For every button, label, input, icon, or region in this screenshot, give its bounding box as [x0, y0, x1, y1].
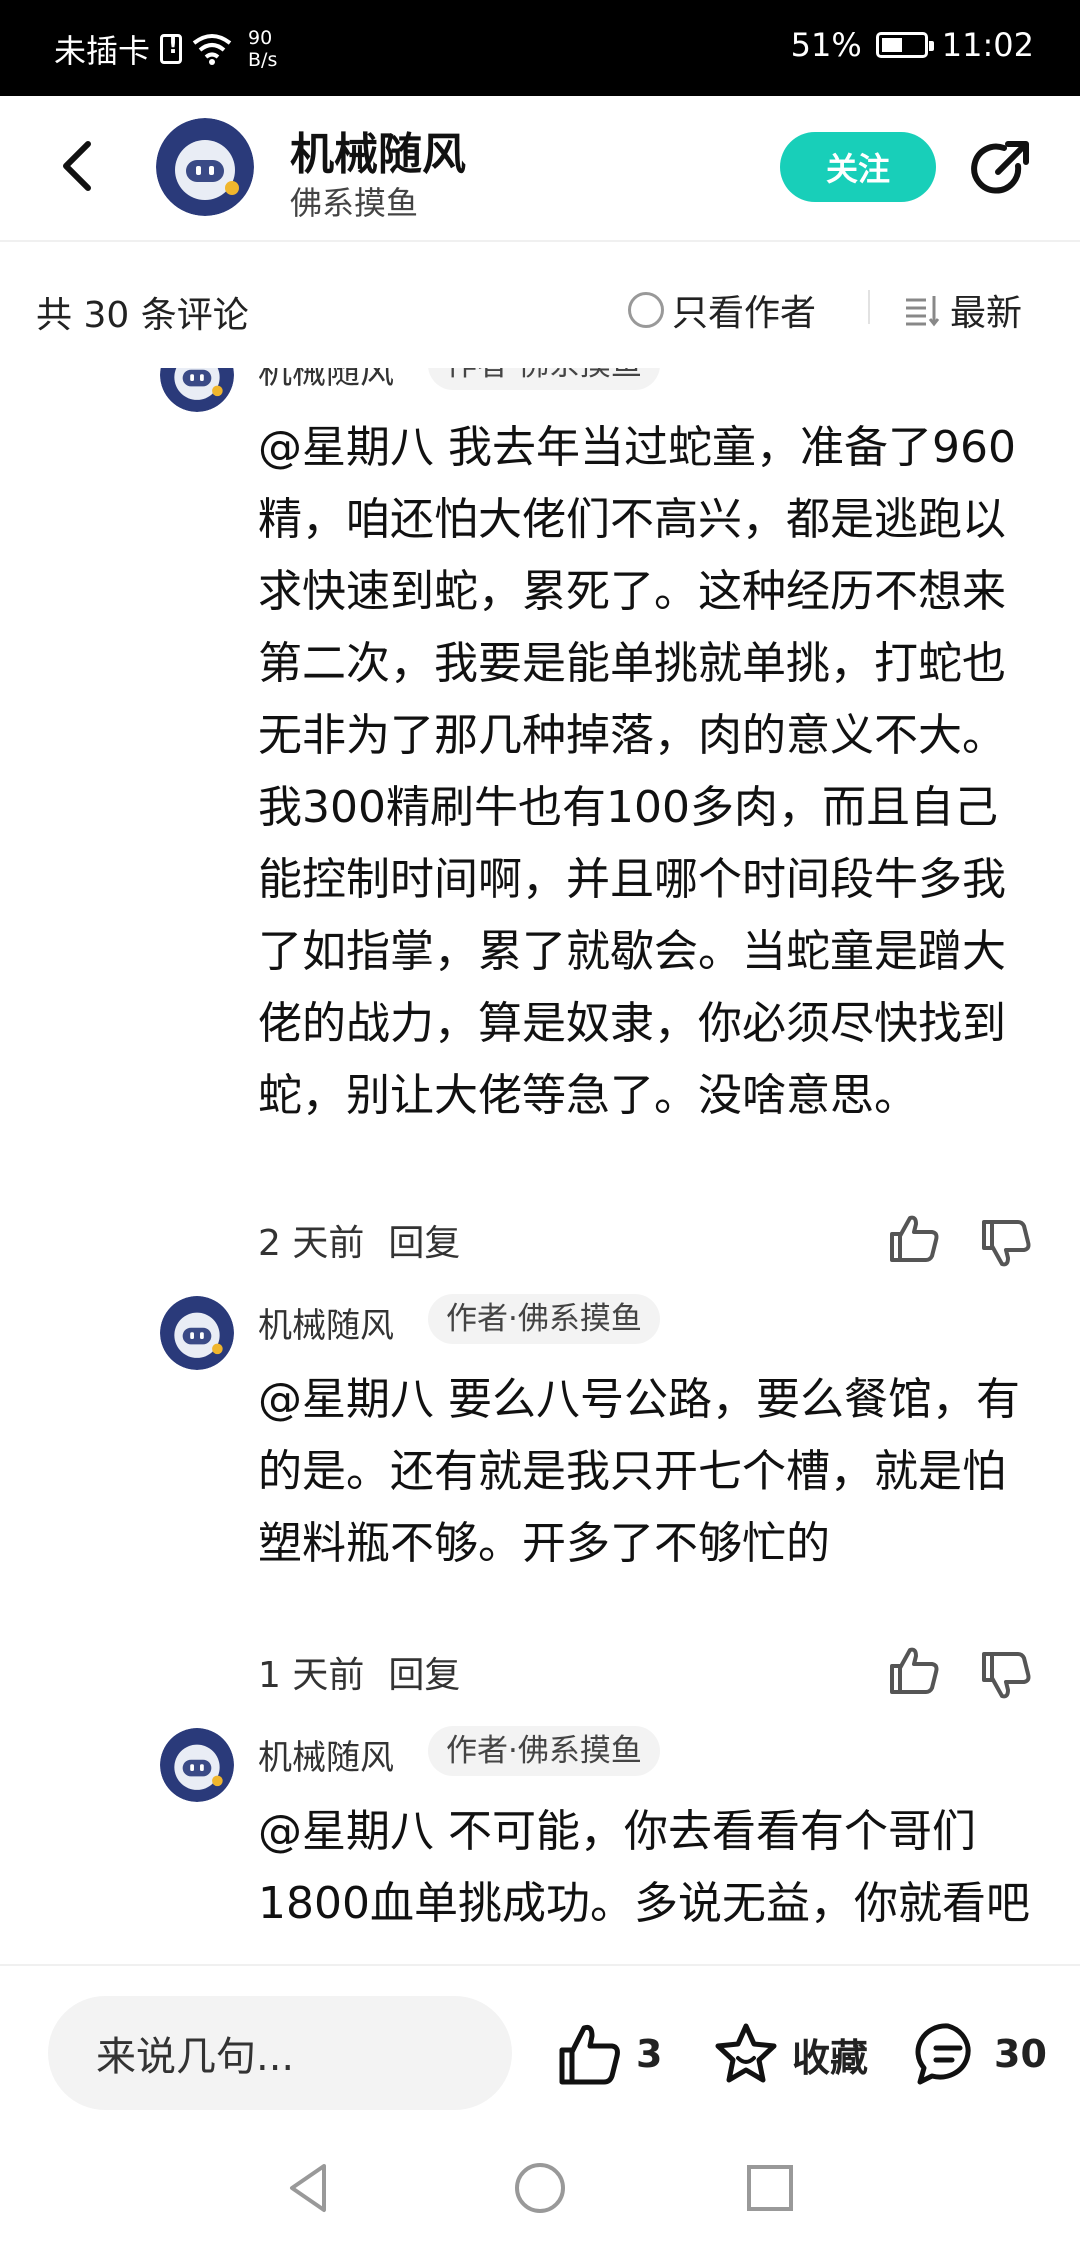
author-name: 机械随风: [290, 129, 466, 180]
reply-text: @星期八 要么八号公路，要么餐馆，有的是。还有就是我只开七个槽，就是怕塑料瓶不够…: [258, 1374, 1020, 1569]
sort-label: 最新: [950, 293, 1023, 334]
robot-avatar-icon: [156, 118, 254, 216]
robot-avatar-icon: [160, 368, 234, 412]
sort-button[interactable]: 最新: [904, 284, 1022, 336]
system-nav-bar: [0, 2128, 1080, 2244]
reply-time: 2 天前: [258, 1223, 365, 1264]
reply-meta: 2 天前 回复: [258, 1214, 460, 1266]
top-header: 机械随风 佛系摸鱼 关注: [0, 96, 1080, 242]
reply-author-name[interactable]: 机械随风: [258, 1730, 394, 1779]
share-icon[interactable]: [968, 136, 1034, 202]
divider: [868, 290, 870, 324]
status-bar: 未插卡 90 B/s 51% 11:02: [0, 0, 1080, 96]
reply-time: 1 天前: [258, 1655, 365, 1696]
comment-count: 共 30 条评论: [36, 295, 249, 336]
reply-button[interactable]: 回复: [388, 1646, 460, 1698]
collect-label: 收藏: [792, 2035, 869, 2080]
thumbs-up-icon: [559, 2024, 620, 2085]
bottom-action-bar: 来说几句... 3 收藏 30: [0, 1964, 1080, 2128]
network-speed: 90 B/s: [248, 27, 277, 71]
reply-avatar[interactable]: [160, 1728, 234, 1802]
carrier-text: 未插卡: [54, 32, 151, 70]
clock: 11:02: [941, 26, 1034, 64]
robot-avatar-icon: [160, 1296, 234, 1370]
like-icon[interactable]: [886, 1642, 942, 1698]
collect-action[interactable]: 收藏: [712, 2020, 868, 2088]
reply-avatar[interactable]: [160, 368, 234, 412]
battery-icon: [875, 32, 934, 58]
author-avatar[interactable]: [156, 118, 254, 216]
reply-text: @星期八 不可能，你去看看有个哥们1800血单挑成功。多说无益，你就看吧: [258, 1806, 1030, 1929]
no-sim-icon: [160, 34, 183, 64]
battery-percent: 51%: [790, 26, 862, 64]
speed-unit: B/s: [248, 49, 278, 71]
author-only-toggle[interactable]: 只看作者: [628, 284, 816, 336]
like-count: 3: [636, 2032, 663, 2076]
reply-button[interactable]: 回复: [388, 1214, 460, 1266]
star-icon: [715, 2023, 777, 2083]
status-right: 51% 11:02: [791, 26, 1034, 64]
dislike-icon[interactable]: [978, 1648, 1034, 1704]
dislike-icon[interactable]: [978, 1216, 1034, 1272]
radio-icon: [628, 292, 664, 328]
nav-home-icon[interactable]: [510, 2158, 570, 2218]
sort-icon: [906, 296, 940, 327]
reply-meta: 1 天前 回复: [258, 1646, 460, 1698]
comment-total: 30: [994, 2032, 1047, 2076]
comment-action[interactable]: 30: [914, 2020, 1047, 2088]
author-tag: 作者·佛系摸鱼: [428, 1294, 660, 1344]
author-only-label: 只看作者: [672, 293, 817, 334]
reply-text: @星期八 我去年当过蛇童，准备了960精，咱还怕大佬们不高兴，都是逃跑以求快速到…: [258, 422, 1016, 1121]
comment-list[interactable]: 机械随风 作者·佛系摸鱼 @星期八 我去年当过蛇童，准备了960精，咱还怕大佬们…: [0, 368, 1080, 1964]
comment-bubble-icon: [915, 2023, 971, 2085]
reply-avatar[interactable]: [160, 1296, 234, 1370]
follow-button[interactable]: 关注: [780, 132, 936, 202]
wifi-icon: [192, 34, 232, 65]
author-tag: 作者·佛系摸鱼: [428, 368, 660, 390]
like-icon[interactable]: [886, 1210, 942, 1266]
nav-recents-icon[interactable]: [740, 2158, 800, 2218]
reply-author-name[interactable]: 机械随风: [258, 368, 394, 393]
comments-header: 共 30 条评论 只看作者 最新: [0, 244, 1080, 368]
reply-author-name[interactable]: 机械随风: [258, 1298, 394, 1347]
back-arrow-icon[interactable]: [50, 136, 110, 196]
speed-value: 90: [248, 27, 273, 49]
like-action[interactable]: 3: [556, 2020, 662, 2088]
author-tag: 作者·佛系摸鱼: [428, 1726, 660, 1776]
robot-avatar-icon: [160, 1728, 234, 1802]
comment-input[interactable]: 来说几句...: [48, 1996, 512, 2110]
nav-back-icon[interactable]: [280, 2158, 340, 2218]
status-left: 未插卡 90 B/s: [54, 26, 277, 72]
author-subtitle: 佛系摸鱼: [290, 184, 419, 222]
